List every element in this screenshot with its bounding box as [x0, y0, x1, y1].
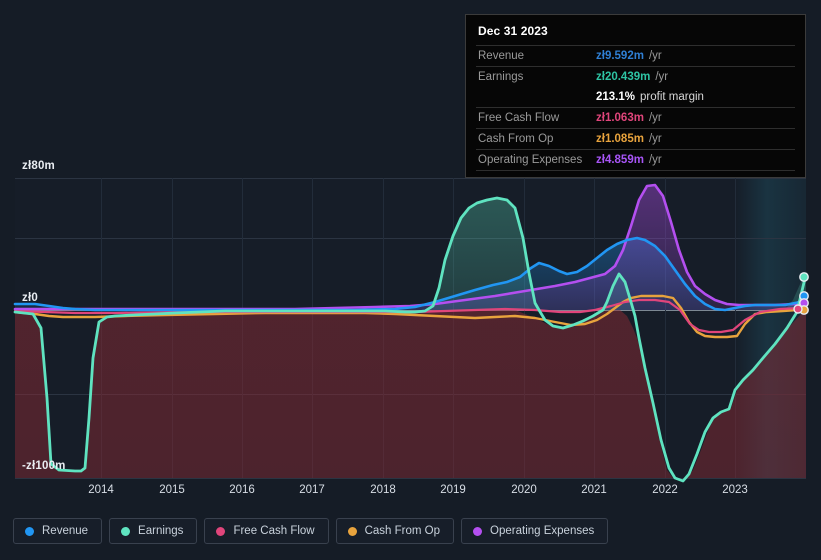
y-axis-label-zero: zł0 [22, 292, 38, 304]
y-axis-label-top: zł80m [22, 160, 55, 172]
tooltip-label-free-cash-flow: Free Cash Flow [478, 112, 560, 124]
tooltip-label-revenue: Revenue [478, 50, 525, 62]
tooltip-value-cash-from-op: zł1.085m [596, 133, 644, 145]
tooltip-value-revenue: zł9.592m [596, 50, 644, 62]
legend-dot-revenue-icon [25, 526, 34, 536]
tooltip-row-operating-expenses: Operating Expenses zł4.859m /yr [476, 149, 795, 171]
tooltip-label-cash-from-op: Cash From Op [478, 133, 554, 145]
legend-item-revenue[interactable]: Revenue [13, 518, 103, 544]
legend-item-cash-from-op[interactable]: Cash From Op [335, 518, 455, 544]
x-axis-tick-2022: 2022 [652, 484, 678, 496]
tooltip-unit-earnings: /yr [655, 71, 669, 83]
legend-item-operating-expenses[interactable]: Operating Expenses [461, 518, 609, 544]
tooltip-row-free-cash-flow: Free Cash Flow zł1.063m /yr [476, 107, 795, 128]
x-axis-tick-2015: 2015 [159, 484, 185, 496]
endpoint-free-cash-flow [793, 304, 803, 314]
tooltip-unit-revenue: /yr [648, 50, 662, 62]
tooltip-date: Dec 31 2023 [478, 24, 548, 38]
x-axis-tick-2021: 2021 [581, 484, 607, 496]
chart-plot-area [13, 178, 809, 483]
tooltip-label-operating-expenses: Operating Expenses [478, 154, 583, 166]
legend-label-cash-from-op: Cash From Op [364, 525, 441, 537]
tooltip-value-profit-margin: 213.1% [596, 91, 636, 103]
tooltip-unit-operating-expenses: /yr [648, 154, 662, 166]
tooltip-row-profit-margin: 213.1% profit margin [476, 87, 795, 107]
tooltip-value-operating-expenses: zł4.859m [596, 154, 644, 166]
x-axis-tick-2018: 2018 [370, 484, 396, 496]
legend-label-operating-expenses: Operating Expenses [490, 525, 595, 537]
x-axis-tick-2023: 2023 [722, 484, 748, 496]
tooltip-label-earnings: Earnings [478, 71, 524, 83]
endpoint-earnings [799, 272, 809, 282]
legend-label-free-cash-flow: Free Cash Flow [233, 525, 315, 537]
chart-legend: Revenue Earnings Free Cash Flow Cash Fro… [13, 518, 609, 544]
tooltip-value-earnings: zł20.439m [596, 71, 651, 83]
gridline-minus100m [15, 478, 806, 479]
x-axis-tick-2016: 2016 [229, 484, 255, 496]
tooltip-row-earnings: Earnings zł20.439m /yr [476, 66, 795, 87]
x-axis: 2014 2015 2016 2017 2018 2019 2020 2021 … [0, 484, 821, 504]
x-axis-tick-2019: 2019 [440, 484, 466, 496]
tooltip-row-revenue: Revenue zł9.592m /yr [476, 45, 795, 66]
tooltip-subtext-profit-margin: profit margin [640, 91, 704, 103]
legend-dot-cash-from-op-icon [347, 526, 357, 536]
x-axis-tick-2014: 2014 [88, 484, 114, 496]
legend-item-free-cash-flow[interactable]: Free Cash Flow [204, 518, 329, 544]
opex-fill [15, 185, 806, 310]
legend-dot-free-cash-flow-icon [216, 526, 226, 536]
tooltip-unit-cash-from-op: /yr [648, 133, 662, 145]
x-axis-tick-2017: 2017 [299, 484, 325, 496]
y-axis-label-bottom: -zł100m [22, 460, 66, 472]
legend-label-earnings: Earnings [138, 525, 184, 537]
legend-dot-operating-expenses-icon [473, 526, 483, 536]
chart-tooltip: Dec 31 2023 Revenue zł9.592m /yr Earning… [465, 14, 806, 178]
legend-item-earnings[interactable]: Earnings [109, 518, 198, 544]
tooltip-value-free-cash-flow: zł1.063m [596, 112, 644, 124]
earnings-negative-fill [15, 310, 806, 478]
x-axis-tick-2020: 2020 [511, 484, 537, 496]
chart-screenshot: zł80m zł0 -zł100m 2014 2015 2016 2017 20… [0, 0, 821, 560]
series-layer [13, 183, 809, 483]
legend-label-revenue: Revenue [42, 525, 89, 537]
legend-dot-earnings-icon [121, 526, 131, 536]
tooltip-row-cash-from-op: Cash From Op zł1.085m /yr [476, 128, 795, 149]
tooltip-unit-free-cash-flow: /yr [648, 112, 662, 124]
